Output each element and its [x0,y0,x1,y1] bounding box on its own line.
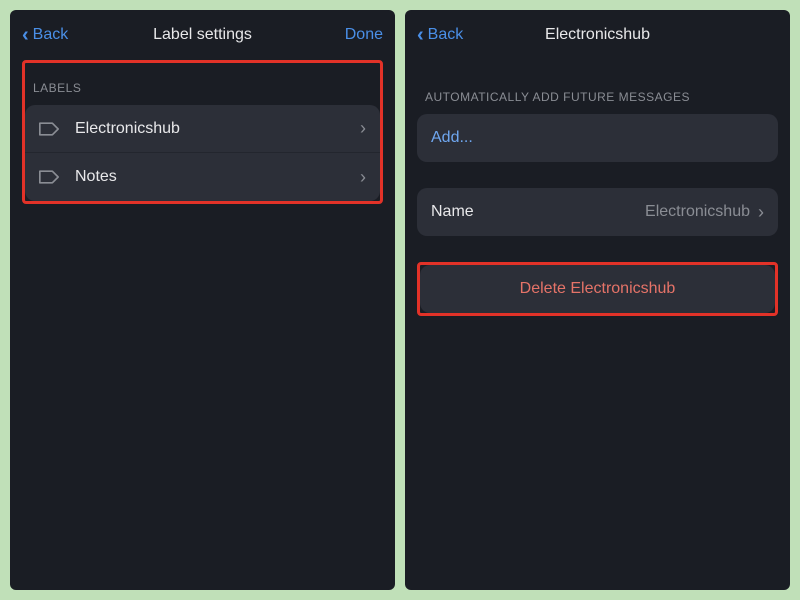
header: ‹ Back Label settings Done [10,10,395,60]
spacer [417,162,778,188]
delete-highlight: Delete Electronicshub [417,262,778,316]
chevron-right-icon: › [360,118,366,139]
add-label: Add... [431,129,764,147]
page-title: Label settings [153,26,252,44]
chevron-right-icon: › [758,202,764,223]
name-field-value: Electronicshub [645,203,750,221]
chevron-left-icon: ‹ [22,24,29,47]
spacer [417,236,778,262]
page-title: Electronicshub [545,26,650,44]
delete-label-button[interactable]: Delete Electronicshub [420,265,775,313]
back-button[interactable]: ‹ Back [22,24,68,47]
done-button[interactable]: Done [345,26,383,44]
labels-highlight: Labels Electronicshub › Notes › [22,60,383,204]
label-icon [39,121,59,137]
label-detail-screen: ‹ Back Electronicshub Automatically add … [405,10,790,590]
label-row-notes[interactable]: Notes › [25,153,380,201]
content: Labels Electronicshub › Notes › [10,60,395,590]
header: ‹ Back Electronicshub [405,10,790,60]
auto-add-group: Add... [417,114,778,162]
chevron-left-icon: ‹ [417,24,424,47]
name-row[interactable]: Name Electronicshub › [417,188,778,236]
label-settings-screen: ‹ Back Label settings Done Labels Electr… [10,10,395,590]
label-row-electronicshub[interactable]: Electronicshub › [25,105,380,153]
chevron-right-icon: › [360,167,366,188]
content: Automatically add future messages Add...… [405,60,790,590]
add-filter-button[interactable]: Add... [417,114,778,162]
name-field-label: Name [431,203,645,221]
back-button[interactable]: ‹ Back [417,24,463,47]
name-group: Name Electronicshub › [417,188,778,236]
label-name: Notes [75,168,360,186]
label-name: Electronicshub [75,120,360,138]
labels-list: Electronicshub › Notes › [25,105,380,201]
back-label: Back [428,26,464,44]
section-header-auto-add: Automatically add future messages [417,60,778,114]
section-header-labels: Labels [25,63,380,105]
delete-label-text: Delete Electronicshub [434,280,761,298]
back-label: Back [33,26,69,44]
label-icon [39,169,59,185]
delete-group: Delete Electronicshub [420,265,775,313]
